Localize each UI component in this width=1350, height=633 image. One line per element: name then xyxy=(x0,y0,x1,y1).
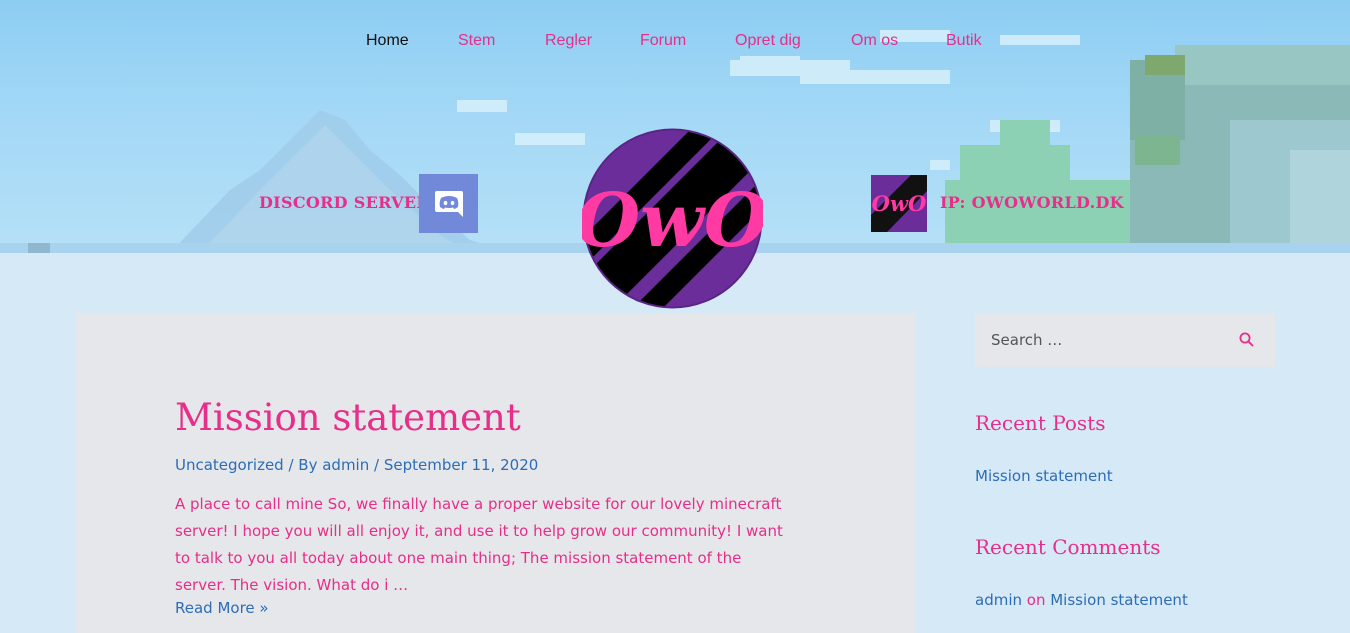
post-category-link[interactable]: Uncategorized xyxy=(175,456,284,474)
read-more-link[interactable]: Read More » xyxy=(175,599,269,617)
comment-author-link[interactable]: admin xyxy=(975,591,1022,609)
post-author-link[interactable]: admin xyxy=(322,456,369,474)
post-card: Mission statement Uncategorized / By adm… xyxy=(76,313,916,633)
nav-item-home[interactable]: Home xyxy=(366,32,409,50)
post-by-prefix: / By xyxy=(283,456,323,474)
site-logo[interactable]: OwO xyxy=(576,128,768,309)
post-excerpt: A place to call mine So, we finally have… xyxy=(175,495,783,594)
recent-post-link[interactable]: Mission statement xyxy=(975,467,1113,485)
search-form xyxy=(975,313,1275,367)
post-date-separator: / xyxy=(369,456,384,474)
post-meta: Uncategorized / By admin / September 11,… xyxy=(175,456,538,474)
nav-item-butik[interactable]: Butik xyxy=(946,32,982,50)
nav-item-stem[interactable]: Stem xyxy=(458,32,495,50)
recent-comment-item: admin on Mission statement xyxy=(975,591,1188,609)
main-navigation: Home Stem Regler Forum Opret dig Om os B… xyxy=(0,28,1350,56)
nav-item-opret-dig[interactable]: Opret dig xyxy=(735,32,801,50)
comment-on-text: on xyxy=(1022,591,1051,609)
server-ip-label[interactable]: IP: OWOWORLD.DK xyxy=(940,193,1124,212)
discord-icon xyxy=(435,191,463,217)
recent-comments-heading: Recent Comments xyxy=(975,535,1161,559)
discord-button[interactable] xyxy=(419,174,478,233)
recent-posts-heading: Recent Posts xyxy=(975,411,1106,435)
ip-logo-thumbnail[interactable]: OwO xyxy=(871,175,927,232)
discord-server-label[interactable]: DISCORD SERVER xyxy=(259,193,430,212)
post-title[interactable]: Mission statement xyxy=(175,396,521,439)
nav-item-regler[interactable]: Regler xyxy=(545,32,592,50)
nav-item-om-os[interactable]: Om os xyxy=(851,32,898,50)
ip-logo-text: OwO xyxy=(872,191,927,216)
nav-item-forum[interactable]: Forum xyxy=(640,32,686,50)
logo-text: OwO xyxy=(582,178,763,264)
comment-post-link[interactable]: Mission statement xyxy=(1050,591,1188,609)
search-input[interactable] xyxy=(975,313,1225,367)
search-icon[interactable] xyxy=(1237,330,1257,350)
post-date-link[interactable]: September 11, 2020 xyxy=(384,456,538,474)
